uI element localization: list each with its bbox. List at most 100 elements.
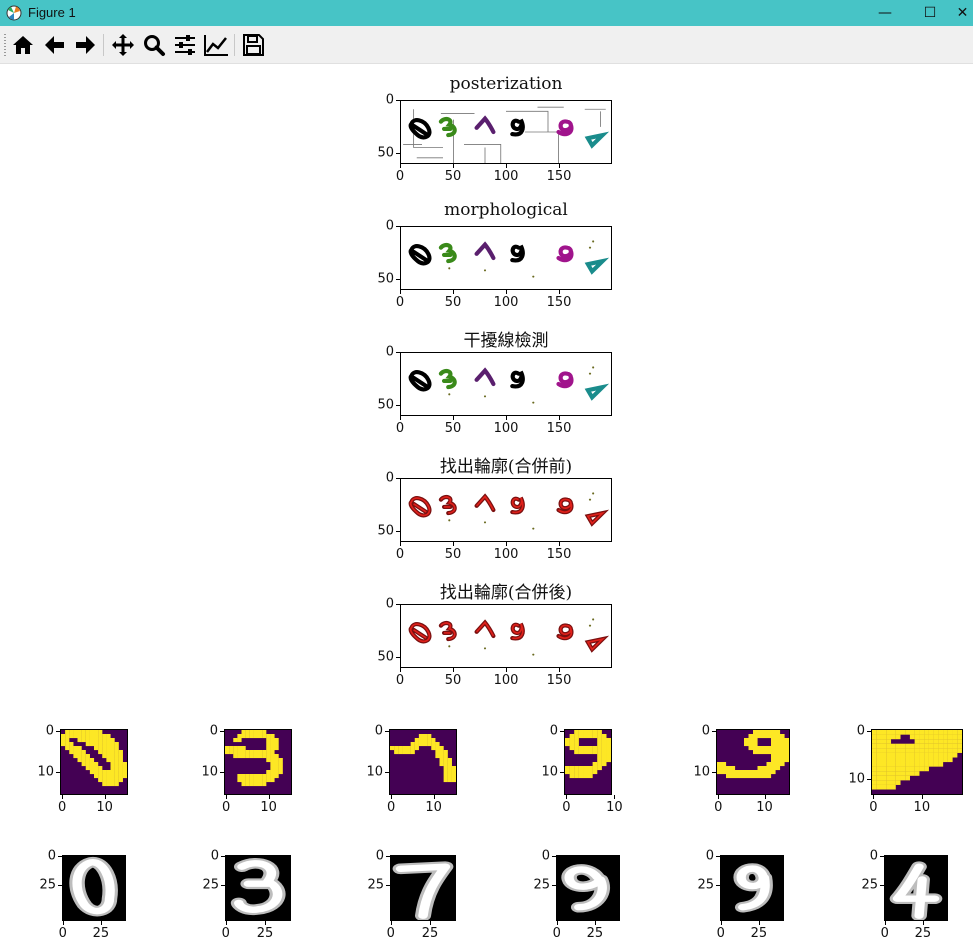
x-tick-mark — [720, 921, 722, 925]
heatmap-cell — [721, 770, 727, 775]
grayscale-panel-5[interactable] — [720, 855, 784, 921]
heatmap-cell — [439, 754, 444, 759]
heatmap-cell — [274, 774, 279, 779]
heatmap-panel-5[interactable] — [716, 729, 790, 795]
heatmap-cell — [106, 734, 111, 739]
edit-axis-button[interactable] — [203, 32, 229, 58]
heatmap-cell — [94, 730, 99, 735]
heatmap-cell — [427, 742, 432, 747]
heatmap-cell — [565, 770, 570, 775]
x-tick-mark — [453, 164, 454, 168]
grayscale-panel-1[interactable] — [62, 855, 126, 921]
heatmap-cell — [597, 758, 602, 763]
heatmap-cell — [61, 738, 66, 743]
back-button[interactable] — [42, 32, 68, 58]
heatmap-cell — [744, 738, 749, 743]
heatmap-cell — [757, 746, 763, 751]
minimize-button[interactable]: — — [862, 0, 908, 26]
heatmap-cell — [900, 771, 906, 776]
heatmap-cell — [895, 766, 901, 772]
heatmap-cell — [89, 742, 95, 747]
heatmap-cell — [730, 766, 736, 771]
heatmap-cell — [443, 766, 448, 771]
image-canvas — [403, 106, 610, 163]
x-tick-mark — [764, 795, 766, 799]
heatmap-cell — [85, 754, 90, 759]
x-tick-label: 150 — [546, 547, 572, 562]
heatmap-cell — [924, 734, 929, 740]
heatmap-cell — [872, 752, 877, 758]
heatmap-panel-3[interactable] — [389, 729, 457, 795]
heatmap-cell — [952, 752, 958, 758]
x-tick-label: 0 — [57, 800, 67, 815]
grayscale-panel-3[interactable] — [390, 855, 456, 921]
subplots-sliders-icon — [175, 35, 195, 55]
home-button[interactable] — [10, 32, 36, 58]
heatmap-cell — [784, 742, 789, 747]
heatmap-cell — [435, 746, 440, 751]
digit-stroke — [474, 367, 496, 387]
heatmap-panel-6[interactable] — [871, 729, 963, 795]
heatmap-cell — [81, 754, 86, 759]
x-tick-mark — [594, 921, 596, 925]
image-panel-3[interactable] — [400, 352, 612, 416]
grayscale-panel-6[interactable] — [884, 855, 948, 921]
pan-button[interactable] — [110, 32, 136, 58]
x-tick-mark — [400, 416, 401, 420]
maximize-button[interactable]: ☐ — [907, 0, 953, 26]
x-tick-mark — [506, 164, 507, 168]
x-tick-mark — [453, 668, 454, 672]
heatmap-cell — [443, 758, 448, 763]
image-panel-2[interactable] — [400, 226, 612, 290]
navigation-toolbar — [0, 26, 973, 64]
grayscale-panel-2[interactable] — [225, 855, 291, 921]
grayscale-panel-4[interactable] — [556, 855, 620, 921]
heatmap-cell — [118, 750, 123, 755]
heatmap-cell — [262, 754, 267, 759]
y-tick-label: 0 — [856, 723, 865, 739]
heatmap-panel-2[interactable] — [224, 729, 292, 795]
heatmap-cell — [249, 730, 254, 735]
heatmap-cell — [94, 742, 99, 747]
y-tick-mark — [552, 885, 556, 887]
x-tick-mark — [400, 164, 401, 168]
image-panel-1[interactable] — [400, 100, 612, 164]
heatmap-cell — [924, 766, 929, 772]
close-button[interactable]: ✕ — [952, 0, 973, 26]
zoom-button[interactable] — [141, 32, 167, 58]
save-button[interactable] — [240, 32, 266, 58]
heatmap-cell — [102, 738, 107, 743]
image-panel-4[interactable] — [400, 478, 612, 542]
heatmap-cell — [569, 774, 575, 779]
configure-subplots-button[interactable] — [172, 32, 198, 58]
heatmap-cell — [73, 730, 78, 735]
heatmap-cell — [262, 734, 267, 739]
y-tick-mark — [560, 731, 564, 733]
grayscale-canvas — [392, 861, 454, 920]
heatmap-cell — [872, 766, 877, 772]
x-tick-mark — [400, 290, 401, 294]
x-tick-label: 25 — [914, 926, 932, 941]
heatmap-cell — [721, 762, 727, 767]
heatmap-cell — [98, 750, 103, 755]
heatmap-cell — [73, 754, 78, 759]
forward-button[interactable] — [72, 32, 98, 58]
heatmap-cell — [914, 766, 920, 772]
image-panel-5[interactable] — [400, 604, 612, 668]
y-tick-label: 0 — [385, 596, 394, 612]
heatmap-panel-1[interactable] — [60, 729, 128, 795]
x-tick-mark — [225, 921, 227, 925]
y-tick-mark — [220, 772, 224, 774]
heatmap-cell — [900, 775, 906, 781]
image-canvas — [408, 240, 610, 278]
y-tick-label: 50 — [377, 649, 394, 665]
heatmap-panel-4[interactable] — [564, 729, 612, 795]
heatmap-cell — [102, 778, 107, 783]
digit-stroke — [556, 119, 574, 137]
heatmap-cell — [233, 738, 238, 743]
heatmap-cell — [258, 750, 263, 755]
heatmap-cell — [601, 754, 607, 759]
heatmap-cell — [110, 742, 115, 747]
heatmap-cell — [110, 778, 115, 783]
heatmap-cell — [905, 771, 910, 776]
